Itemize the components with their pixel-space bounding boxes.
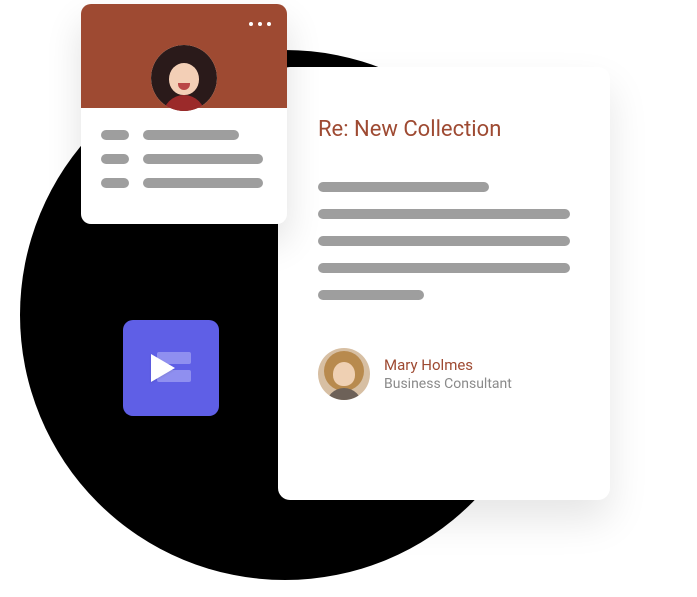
email-sender-block: Mary Holmes Business Consultant (318, 348, 570, 400)
sender-name: Mary Holmes (384, 356, 512, 376)
email-body-line (318, 182, 489, 192)
profile-info-value-placeholder (143, 178, 263, 188)
email-body-line (318, 236, 570, 246)
more-horizontal-icon[interactable] (249, 22, 271, 26)
profile-avatar (151, 45, 217, 111)
profile-info-value-placeholder (143, 154, 263, 164)
play-icon (147, 348, 195, 388)
email-body-line (318, 290, 424, 300)
profile-card-body (81, 108, 287, 220)
email-body-line (318, 209, 570, 219)
profile-card (81, 4, 287, 224)
profile-info-label-placeholder (101, 154, 129, 164)
profile-info-value-placeholder (143, 130, 239, 140)
email-subject: Re: New Collection (318, 117, 570, 142)
profile-info-row (101, 178, 267, 188)
profile-info-row (101, 154, 267, 164)
profile-info-row (101, 130, 267, 140)
video-play-tile[interactable] (123, 320, 219, 416)
email-body-line (318, 263, 570, 273)
email-preview-card: Re: New Collection Mary Holmes Business … (278, 67, 610, 500)
sender-avatar (318, 348, 370, 400)
profile-info-label-placeholder (101, 130, 129, 140)
profile-info-label-placeholder (101, 178, 129, 188)
sender-title: Business Consultant (384, 376, 512, 392)
profile-card-header (81, 4, 287, 108)
